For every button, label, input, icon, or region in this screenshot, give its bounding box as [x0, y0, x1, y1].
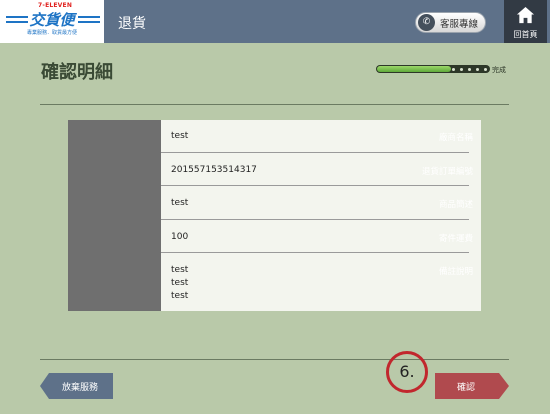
header-title: 退貨	[118, 16, 146, 32]
return-order-number-label: 退貨訂單編號	[421, 167, 473, 177]
step-number: 6.	[399, 362, 415, 381]
remarks-label: 備註說明	[438, 267, 473, 277]
cancel-service-label: 放棄服務	[62, 383, 99, 393]
progress-step	[452, 67, 455, 71]
progress-step	[460, 67, 463, 71]
home-button[interactable]: 回首頁	[504, 0, 547, 43]
row-divider	[161, 219, 469, 220]
detail-table: 廠商名稱 test 退貨訂單編號 201557153514317 商品簡述 te…	[68, 120, 481, 311]
progress-step	[476, 67, 479, 71]
row-divider	[161, 252, 469, 253]
remarks-value-line: test	[171, 291, 189, 301]
customer-service-button[interactable]: ✆ 客服專線	[415, 12, 486, 33]
confirm-label: 確認	[457, 383, 476, 393]
shipping-fee-value: 100	[171, 232, 189, 242]
remarks-value-line: test	[171, 278, 189, 288]
product-description-label: 商品簡述	[438, 200, 473, 210]
confirm-button[interactable]: 確認	[435, 373, 509, 399]
progress-bar	[376, 65, 490, 73]
customer-service-label: 客服專線	[440, 19, 479, 30]
logo-tagline: 專業服務．取貨最方便	[26, 30, 77, 36]
logo: 7-ELEVEN 交貨便 專業服務．取貨最方便	[0, 0, 104, 43]
vendor-name-value: test	[171, 131, 189, 141]
divider	[40, 104, 509, 105]
progress-step	[468, 67, 471, 71]
label-column	[68, 120, 161, 311]
progress-fill	[377, 66, 451, 72]
home-label: 回首頁	[513, 30, 538, 39]
cancel-service-button[interactable]: 放棄服務	[40, 373, 113, 399]
progress-steps	[452, 65, 487, 73]
row-divider	[161, 185, 469, 186]
phone-icon: ✆	[418, 14, 435, 31]
remarks-value-line: test	[171, 265, 189, 275]
step-annotation: 6.	[386, 351, 428, 393]
product-description-value: test	[171, 198, 189, 208]
progress-label: 完成	[492, 66, 506, 74]
logo-brand: 7-ELEVEN	[38, 2, 73, 9]
divider	[40, 359, 509, 360]
progress-step	[484, 67, 487, 71]
row-divider	[161, 152, 469, 153]
vendor-name-label: 廠商名稱	[438, 133, 473, 143]
return-order-number-value: 201557153514317	[171, 165, 257, 175]
page-title: 確認明細	[41, 62, 113, 83]
shipping-fee-label: 寄件運費	[438, 234, 473, 244]
top-bar: 7-ELEVEN 交貨便 專業服務．取貨最方便 退貨 ✆ 客服專線 回首頁	[0, 0, 550, 43]
logo-name: 交貨便	[29, 11, 75, 29]
home-icon	[516, 6, 535, 24]
